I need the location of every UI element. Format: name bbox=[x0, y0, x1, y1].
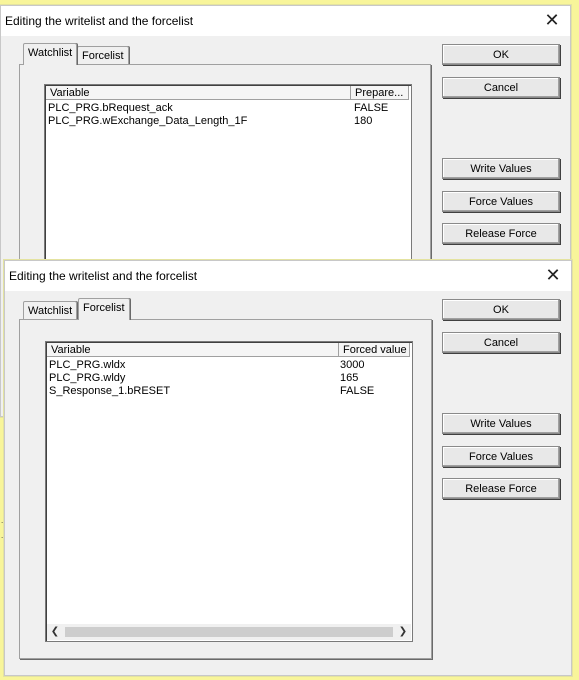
variable-value: 180 bbox=[354, 115, 373, 127]
write-values-button[interactable]: Write Values bbox=[442, 158, 560, 179]
chevron-right-icon[interactable]: ❯ bbox=[395, 624, 411, 640]
list-item[interactable]: PLC_PRG.wldx 3000 bbox=[49, 359, 409, 372]
list-item[interactable]: PLC_PRG.wldy 165 bbox=[49, 372, 409, 385]
tab-label: Forcelist bbox=[83, 302, 125, 314]
variable-value: FALSE bbox=[354, 102, 389, 114]
variable-name: PLC_PRG.wldx bbox=[49, 359, 126, 371]
tab-label: Watchlist bbox=[28, 47, 73, 59]
desktop-mark: . bbox=[1, 516, 4, 525]
dialog-writelist-forcelist: Editing the writelist and the forcelist … bbox=[4, 260, 572, 676]
variable-name: PLC_PRG.bRequest_ack bbox=[48, 102, 173, 114]
force-values-button[interactable]: Force Values bbox=[442, 446, 560, 467]
chevron-left-icon[interactable]: ❮ bbox=[47, 624, 63, 640]
title-bar: Editing the writelist and the forcelist … bbox=[5, 261, 571, 291]
list-item[interactable]: S_Response_1.bRESET FALSE bbox=[49, 385, 409, 398]
forced-value: 165 bbox=[340, 372, 359, 384]
column-header-prepared[interactable]: Prepare... bbox=[351, 86, 409, 100]
horizontal-scrollbar[interactable]: ❮ ❯ bbox=[47, 624, 411, 640]
tab-label: Forcelist bbox=[82, 50, 124, 62]
tab-panel: Variable Forced value PLC_PRG.wldx 3000 … bbox=[19, 319, 432, 659]
dialog-title: Editing the writelist and the forcelist bbox=[9, 269, 198, 283]
variable-list[interactable]: Variable Forced value PLC_PRG.wldx 3000 … bbox=[45, 341, 413, 642]
desktop-mark: . bbox=[1, 531, 4, 540]
list-item[interactable]: PLC_PRG.bRequest_ack FALSE bbox=[48, 102, 408, 115]
cancel-button[interactable]: Cancel bbox=[442, 77, 560, 98]
variable-name: PLC_PRG.wldy bbox=[49, 372, 126, 384]
ok-button[interactable]: OK bbox=[442, 44, 560, 65]
title-bar: Editing the writelist and the forcelist … bbox=[1, 6, 570, 36]
tab-watchlist[interactable]: Watchlist bbox=[23, 43, 78, 65]
close-icon[interactable]: ✕ bbox=[540, 10, 564, 32]
column-header-variable[interactable]: Variable bbox=[47, 343, 339, 357]
tab-label: Watchlist bbox=[28, 305, 73, 317]
column-header-variable[interactable]: Variable bbox=[46, 86, 351, 100]
tab-watchlist[interactable]: Watchlist bbox=[23, 301, 78, 320]
tab-forcelist[interactable]: Forcelist bbox=[78, 298, 130, 320]
dialog-title: Editing the writelist and the forcelist bbox=[5, 14, 194, 28]
close-icon[interactable]: ✕ bbox=[541, 265, 565, 287]
column-header-forced-value[interactable]: Forced value bbox=[339, 343, 410, 357]
variable-name: S_Response_1.bRESET bbox=[49, 385, 171, 397]
scrollbar-thumb[interactable] bbox=[65, 627, 393, 637]
write-values-button[interactable]: Write Values bbox=[442, 413, 560, 434]
tab-forcelist[interactable]: Forcelist bbox=[77, 46, 129, 65]
release-force-button[interactable]: Release Force bbox=[442, 223, 560, 244]
cancel-button[interactable]: Cancel bbox=[442, 332, 560, 353]
force-values-button[interactable]: Force Values bbox=[442, 191, 560, 212]
forced-value: FALSE bbox=[340, 385, 375, 397]
release-force-button[interactable]: Release Force bbox=[442, 478, 560, 499]
forced-value: 3000 bbox=[340, 359, 365, 371]
ok-button[interactable]: OK bbox=[442, 299, 560, 320]
list-item[interactable]: PLC_PRG.wExchange_Data_Length_1F 180 bbox=[48, 115, 408, 128]
variable-name: PLC_PRG.wExchange_Data_Length_1F bbox=[48, 115, 248, 127]
